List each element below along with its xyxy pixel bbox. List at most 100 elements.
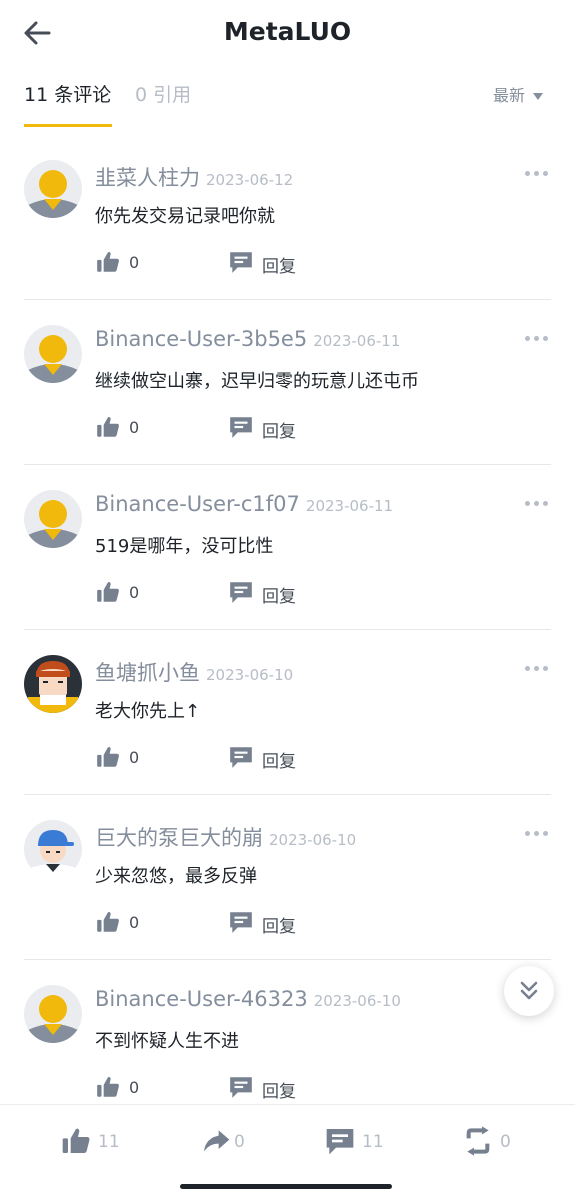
like-count: 0 [129, 418, 140, 437]
reply-button[interactable]: 回复 [228, 414, 296, 442]
more-options-icon[interactable] [525, 336, 549, 344]
thumbs-up-icon [95, 414, 121, 440]
like-button[interactable]: 0 [95, 1074, 139, 1102]
comment-author[interactable]: Binance-User-c1f07 2023-06-11 [95, 492, 393, 516]
comment-date: 2023-06-10 [269, 831, 357, 849]
author-name[interactable]: Binance-User-c1f07 [95, 492, 300, 516]
comment-text: 老大你先上↑ [95, 701, 201, 722]
bottom-comment-count: 11 [362, 1132, 384, 1152]
more-options-icon[interactable] [525, 171, 549, 179]
thumbs-up-icon [95, 249, 121, 275]
reply-button[interactable]: 回复 [228, 909, 296, 937]
reply-button[interactable]: 回复 [228, 744, 296, 772]
comment-text: 519是哪年，没可比性 [95, 536, 274, 557]
comment-bubble-icon [228, 579, 254, 605]
thumbs-up-icon [95, 909, 121, 935]
bottom-repost-count: 0 [500, 1132, 511, 1152]
bottom-share-button[interactable]: 0 [200, 1125, 245, 1159]
double-chevron-down-icon [520, 981, 538, 1000]
active-tab-indicator [24, 124, 112, 127]
like-count: 0 [129, 1078, 140, 1097]
reply-button[interactable]: 回复 [228, 1074, 296, 1102]
bottom-like-button[interactable]: 11 [60, 1125, 120, 1159]
author-name[interactable]: 韭菜人柱力 [95, 166, 200, 190]
share-arrow-icon [204, 1130, 230, 1152]
reply-label: 回复 [262, 422, 296, 442]
like-button[interactable]: 0 [95, 579, 139, 607]
comment-text: 不到怀疑人生不进 [95, 1031, 239, 1052]
more-options-icon[interactable] [525, 666, 549, 674]
reply-button[interactable]: 回复 [228, 249, 296, 277]
comment-bubble-icon [228, 909, 254, 935]
blue-cap-avatar-icon [24, 820, 82, 878]
tab-quotes[interactable]: 0 引用 [135, 80, 191, 107]
comment-bubble-icon [228, 249, 254, 275]
tab-bar: 11 条评论 0 引用 最新 [0, 70, 575, 128]
author-name[interactable]: Binance-User-46323 [95, 987, 308, 1011]
like-count: 0 [129, 253, 140, 272]
author-name[interactable]: 鱼塘抓小鱼 [95, 661, 200, 685]
comment-bubble-icon [228, 1074, 254, 1100]
comment-item: Binance-User-3b5e5 2023-06-11 继续做空山寨，迟早归零… [0, 300, 575, 465]
like-count: 0 [129, 748, 140, 767]
reply-label: 回复 [262, 752, 296, 772]
dark-hair-avatar-icon [24, 655, 82, 713]
thumbs-up-icon [95, 579, 121, 605]
comment-text: 你先发交易记录吧你就 [95, 206, 275, 227]
comment-date: 2023-06-11 [305, 497, 394, 515]
like-button[interactable]: 0 [95, 414, 139, 442]
repost-icon [466, 1126, 490, 1156]
bottom-like-count: 11 [98, 1132, 120, 1152]
like-button[interactable]: 0 [95, 249, 139, 277]
default-avatar-icon [24, 985, 82, 1043]
top-bar: MetaLUO [0, 0, 575, 70]
thumbs-up-icon [95, 1074, 121, 1100]
like-button[interactable]: 0 [95, 744, 139, 772]
default-avatar-icon [24, 325, 82, 383]
comment-bubble-icon [228, 744, 254, 770]
thumbs-up-icon [60, 1125, 92, 1157]
avatar[interactable] [24, 985, 82, 1043]
avatar[interactable] [24, 820, 82, 878]
more-options-icon[interactable] [525, 501, 549, 509]
scroll-down-button[interactable] [504, 966, 554, 1016]
author-name[interactable]: Binance-User-3b5e5 [95, 327, 307, 351]
comment-bubble-icon [228, 414, 254, 440]
sort-label: 最新 [492, 86, 525, 105]
page-title: MetaLUO [223, 17, 352, 46]
comment-date: 2023-06-10 [206, 666, 294, 684]
more-options-icon[interactable] [525, 831, 549, 839]
avatar[interactable] [24, 160, 82, 218]
reply-label: 回复 [262, 917, 296, 937]
default-avatar-icon [24, 490, 82, 548]
comment-bubble-icon [324, 1125, 356, 1157]
comment-author[interactable]: Binance-User-3b5e5 2023-06-11 [95, 327, 400, 351]
avatar[interactable] [24, 490, 82, 548]
comment-text: 少来忽悠，最多反弹 [95, 866, 257, 887]
like-count: 0 [129, 913, 140, 932]
default-avatar-icon [24, 160, 82, 218]
reply-label: 回复 [262, 257, 296, 277]
comment-date: 2023-06-12 [206, 171, 294, 189]
avatar[interactable] [24, 655, 82, 713]
comment-author[interactable]: Binance-User-46323 2023-06-10 [95, 987, 401, 1011]
reply-button[interactable]: 回复 [228, 579, 296, 607]
tab-comments[interactable]: 11 条评论 [24, 80, 111, 107]
sort-dropdown[interactable]: 最新 [493, 82, 543, 106]
comment-author[interactable]: 鱼塘抓小鱼 2023-06-10 [95, 657, 293, 687]
like-button[interactable]: 0 [95, 909, 139, 937]
bottom-comment-button[interactable]: 11 [324, 1125, 384, 1159]
avatar[interactable] [24, 325, 82, 383]
bottom-repost-button[interactable]: 0 [462, 1125, 511, 1159]
comment-author[interactable]: 巨大的泵巨大的崩 2023-06-10 [95, 822, 356, 852]
author-name[interactable]: 巨大的泵巨大的崩 [95, 826, 263, 850]
reply-label: 回复 [262, 1082, 296, 1102]
comment-item: 巨大的泵巨大的崩 2023-06-10 少来忽悠，最多反弹 0 回复 [0, 795, 575, 960]
comment-author[interactable]: 韭菜人柱力 2023-06-12 [95, 162, 293, 192]
reply-label: 回复 [262, 587, 296, 607]
comment-date: 2023-06-11 [313, 332, 401, 350]
home-indicator [180, 1184, 392, 1189]
comment-item: 韭菜人柱力 2023-06-12 你先发交易记录吧你就 0 回复 [0, 135, 575, 300]
comment-text: 继续做空山寨，迟早归零的玩意儿还屯币 [95, 371, 419, 392]
thumbs-up-icon [95, 744, 121, 770]
